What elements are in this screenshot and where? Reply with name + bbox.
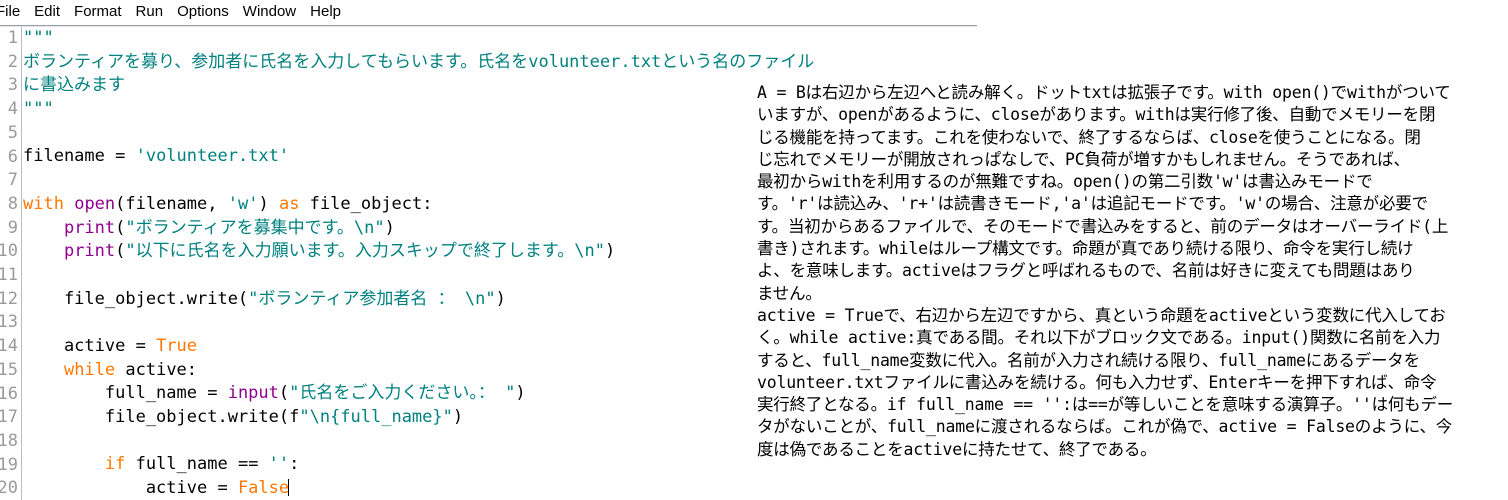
code-token-str: '' [268, 454, 290, 475]
line-number: 18 [0, 430, 18, 451]
code-token-plain: full_name = [23, 383, 228, 404]
code-token-str: "以下に氏名を入力願います。入力スキップで終了します。\n" [125, 241, 605, 262]
code-token-plain: filename = [23, 146, 136, 167]
line-number: 12 [0, 288, 18, 309]
line-number: 20 [0, 478, 18, 499]
menu-item-edit[interactable]: Edit [27, 1, 67, 23]
code-token-str: "ボランティア参加者名 ： \n" [248, 288, 496, 309]
line-number: 17 [0, 407, 18, 428]
note-line: 実行終了となる。if full_name == '':は==が等しいことを意味す… [757, 395, 1454, 415]
line-number: 7 [7, 170, 18, 191]
line-number: 14 [0, 336, 18, 357]
code-token-kw: while [63, 359, 116, 380]
code-token-plain: active: [115, 359, 198, 380]
note-line: じ忘れでメモリーが開放されっぱなしで、PC負荷が増すかもしれません。そうであれば… [757, 149, 1410, 169]
note-line: A = Bは右辺から左辺へと読み解く。ドットtxtは拡張子です。with ope… [757, 83, 1451, 102]
code-token-plain: : [289, 454, 300, 475]
line-number: 3 [7, 75, 18, 96]
code-token-builtin: input [227, 383, 279, 404]
note-line: いますが、openがあるように、closeがあります。withは実行修了後、自動… [757, 105, 1436, 125]
code-token-plain: ( [278, 383, 290, 404]
note-line: よ、を意味します。activeはフラグと呼ばれるもので、名前は好きに変えても問題… [757, 261, 1415, 281]
menu-item-file[interactable]: File [0, 1, 27, 23]
line-number: 8 [7, 193, 18, 214]
line-number: 5 [7, 122, 18, 143]
code-token-plain: ) [384, 217, 395, 238]
code-token-builtin: print [63, 217, 116, 238]
note-line: す。当初からあるファイルで、そのモードで書込みをすると、前のデータはオーバーライ… [757, 216, 1449, 236]
menu-item-help[interactable]: Help [303, 1, 348, 23]
code-token-plain: (filename, [115, 193, 228, 214]
line-number: 4 [7, 99, 18, 120]
code-token-str: 'w' [227, 193, 259, 214]
code-token-kw: if [104, 454, 126, 475]
menu-bar: File Edit Format Run Options Window Help [0, 0, 1508, 24]
note-line: く。while active:真である間。それ以下がブロック文である。input… [757, 328, 1441, 348]
note-line: タがないことが、full_nameに渡されるならば。これが偽で、active =… [757, 417, 1453, 437]
code-line[interactable]: ボランティアを募り、参加者に氏名を入力してもらいます。氏名をvolunteer.… [23, 51, 977, 75]
line-number: 19 [0, 454, 18, 475]
code-token-plain: ) [604, 241, 616, 262]
code-token-plain: active = [23, 335, 157, 356]
code-token-str: """ [23, 99, 54, 120]
code-token-builtin: open [74, 193, 116, 214]
line-number-gutter: 12345678910111213141516171819202122 [0, 27, 22, 500]
code-token-kw: False [237, 478, 290, 499]
code-token-str: 'volunteer.txt' [135, 146, 290, 167]
line-number: 2 [7, 51, 18, 72]
line-number: 1 [7, 28, 18, 48]
note-line: active = Trueで、右辺から左辺ですから、真という命題をactiveと… [757, 305, 1446, 325]
note-line: ません。 [757, 283, 822, 303]
code-token-plain: ) [258, 193, 279, 214]
line-number: 6 [7, 146, 18, 167]
code-token-str: に書込みます [23, 75, 125, 96]
code-token-plain: ) [515, 383, 526, 404]
code-token-str: "ボランティアを募集中です。\n" [125, 217, 385, 238]
code-token-plain: file_object.write( [23, 288, 249, 309]
line-number: 15 [0, 359, 18, 380]
code-line[interactable]: """ [23, 27, 977, 51]
note-line: じる機能を持ってます。これを使わないで、終了するならば、closeを使うことにな… [757, 127, 1421, 147]
text-cursor [288, 479, 290, 497]
code-token-builtin: print [63, 241, 116, 262]
code-token-str: ボランティアを募り、参加者に氏名を入力してもらいます。氏名をvolunteer.… [23, 51, 815, 72]
menu-item-window[interactable]: Window [236, 1, 303, 23]
note-line: 度は偽であることをactiveに持たせて、終了である。 [757, 439, 1157, 459]
code-token-plain: ( [115, 217, 126, 238]
code-token-plain: file_object: [299, 193, 433, 214]
code-token-plain: full_name == [125, 454, 269, 475]
code-token-kw: True [156, 335, 198, 356]
code-token-kw: with [23, 193, 64, 214]
code-token-kw: as [278, 193, 300, 214]
code-token-str: """ [23, 28, 54, 48]
explanation-notes-panel: A = Bは右辺から左辺へと読み解く。ドットtxtは拡張子です。with ope… [757, 82, 1508, 500]
note-line: すると、full_name変数に代入。名前が入力され続ける限り、full_nam… [757, 350, 1420, 370]
code-token-plain: file_object.write(f [23, 407, 300, 427]
menu-item-options[interactable]: Options [170, 1, 236, 23]
code-token-str: "\n{full_name}" [299, 407, 453, 427]
line-number: 9 [7, 217, 18, 238]
note-line: volunteer.txtファイルに書込みを続ける。何も入力せず、Enterキー… [757, 372, 1437, 392]
line-number: 16 [0, 383, 18, 404]
line-number: 11 [0, 265, 18, 286]
code-token-str: "氏名をご入力ください。： " [289, 383, 516, 404]
line-number: 13 [0, 312, 18, 333]
code-token-plain: ) [495, 288, 506, 309]
note-line: 書き)されます。whileはループ構文です。命題が真であり続ける限り、命令を実行… [757, 239, 1414, 259]
menu-item-format[interactable]: Format [67, 1, 129, 23]
note-line: 最初からwithを利用するのが無難ですね。open()の第二引数'w'は書込みモ… [757, 172, 1373, 192]
note-line: す。'r'は読込み、'r+'は読書きモード,'a'は追記モードです。'w'の場合… [757, 194, 1428, 214]
code-token-plain: ( [115, 241, 126, 262]
code-token-plain: active = [23, 478, 238, 499]
menu-item-run[interactable]: Run [129, 1, 171, 23]
code-token-plain: ) [452, 407, 464, 427]
line-number: 10 [0, 241, 18, 262]
